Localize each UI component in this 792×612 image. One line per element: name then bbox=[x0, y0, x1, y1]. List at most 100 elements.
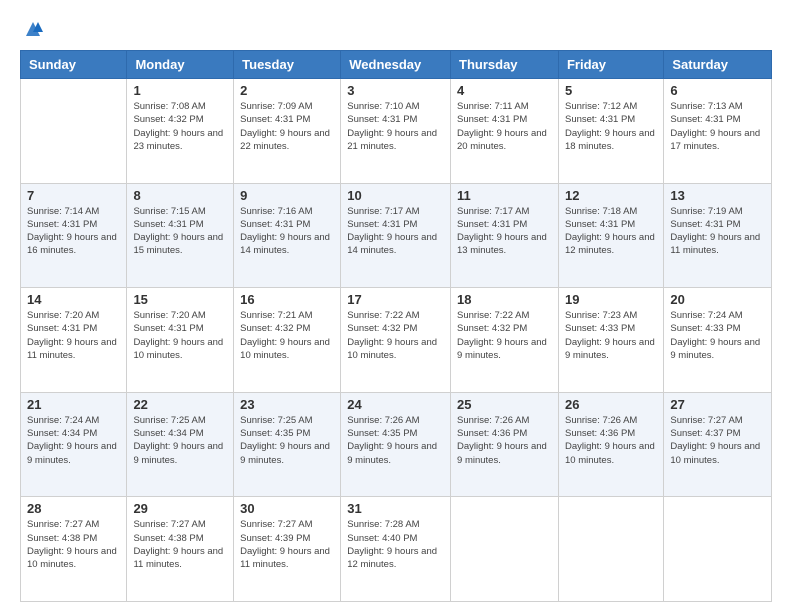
day-number: 8 bbox=[133, 188, 227, 203]
day-number: 14 bbox=[27, 292, 120, 307]
calendar-cell: 10 Sunrise: 7:17 AMSunset: 4:31 PMDayligh… bbox=[341, 183, 451, 288]
calendar-week-row: 7 Sunrise: 7:14 AMSunset: 4:31 PMDaylight… bbox=[21, 183, 772, 288]
day-number: 7 bbox=[27, 188, 120, 203]
calendar-cell: 3 Sunrise: 7:10 AMSunset: 4:31 PMDaylight… bbox=[341, 79, 451, 184]
day-info: Sunrise: 7:15 AMSunset: 4:31 PMDaylight:… bbox=[133, 205, 227, 258]
day-number: 19 bbox=[565, 292, 657, 307]
day-number: 17 bbox=[347, 292, 444, 307]
calendar-cell: 11 Sunrise: 7:17 AMSunset: 4:31 PMDayligh… bbox=[451, 183, 559, 288]
day-info: Sunrise: 7:10 AMSunset: 4:31 PMDaylight:… bbox=[347, 100, 444, 153]
day-info: Sunrise: 7:28 AMSunset: 4:40 PMDaylight:… bbox=[347, 518, 444, 571]
day-number: 24 bbox=[347, 397, 444, 412]
day-number: 27 bbox=[670, 397, 765, 412]
calendar-cell: 9Sunrise: 7:16 AMSunset: 4:31 PMDaylight… bbox=[234, 183, 341, 288]
page: SundayMondayTuesdayWednesdayThursdayFrid… bbox=[0, 0, 792, 612]
day-info: Sunrise: 7:27 AMSunset: 4:38 PMDaylight:… bbox=[27, 518, 120, 571]
day-number: 23 bbox=[240, 397, 334, 412]
calendar-cell: 22Sunrise: 7:25 AMSunset: 4:34 PMDayligh… bbox=[127, 392, 234, 497]
calendar-cell: 19 Sunrise: 7:23 AMSunset: 4:33 PMDayligh… bbox=[558, 288, 663, 393]
day-info: Sunrise: 7:08 AMSunset: 4:32 PMDaylight:… bbox=[133, 100, 227, 153]
calendar-cell: 29Sunrise: 7:27 AMSunset: 4:38 PMDayligh… bbox=[127, 497, 234, 602]
calendar-cell: 25 Sunrise: 7:26 AMSunset: 4:36 PMDayligh… bbox=[451, 392, 559, 497]
day-info: Sunrise: 7:21 AMSunset: 4:32 PMDaylight:… bbox=[240, 309, 334, 362]
day-info: Sunrise: 7:26 AMSunset: 4:36 PMDaylight:… bbox=[565, 414, 657, 467]
day-number: 11 bbox=[457, 188, 552, 203]
day-number: 30 bbox=[240, 501, 334, 516]
calendar-cell: 24Sunrise: 7:26 AMSunset: 4:35 PMDayligh… bbox=[341, 392, 451, 497]
calendar-cell: 15 Sunrise: 7:20 AMSunset: 4:31 PMDayligh… bbox=[127, 288, 234, 393]
calendar-cell bbox=[558, 497, 663, 602]
day-number: 22 bbox=[133, 397, 227, 412]
calendar-cell: 14 Sunrise: 7:20 AMSunset: 4:31 PMDayligh… bbox=[21, 288, 127, 393]
calendar-cell: 30 Sunrise: 7:27 AMSunset: 4:39 PMDayligh… bbox=[234, 497, 341, 602]
day-number: 9 bbox=[240, 188, 334, 203]
calendar-cell: 26 Sunrise: 7:26 AMSunset: 4:36 PMDayligh… bbox=[558, 392, 663, 497]
day-info: Sunrise: 7:18 AMSunset: 4:31 PMDaylight:… bbox=[565, 205, 657, 258]
calendar-header-row: SundayMondayTuesdayWednesdayThursdayFrid… bbox=[21, 51, 772, 79]
calendar-cell bbox=[451, 497, 559, 602]
day-info: Sunrise: 7:25 AMSunset: 4:35 PMDaylight:… bbox=[240, 414, 334, 467]
logo-icon bbox=[22, 18, 44, 40]
day-number: 5 bbox=[565, 83, 657, 98]
day-number: 12 bbox=[565, 188, 657, 203]
calendar-week-row: 28 Sunrise: 7:27 AMSunset: 4:38 PMDayligh… bbox=[21, 497, 772, 602]
calendar-cell: 31 Sunrise: 7:28 AMSunset: 4:40 PMDayligh… bbox=[341, 497, 451, 602]
day-info: Sunrise: 7:27 AMSunset: 4:38 PMDaylight:… bbox=[133, 518, 227, 571]
calendar-cell: 16 Sunrise: 7:21 AMSunset: 4:32 PMDayligh… bbox=[234, 288, 341, 393]
day-info: Sunrise: 7:09 AMSunset: 4:31 PMDaylight:… bbox=[240, 100, 334, 153]
day-number: 18 bbox=[457, 292, 552, 307]
calendar-week-row: 14 Sunrise: 7:20 AMSunset: 4:31 PMDayligh… bbox=[21, 288, 772, 393]
calendar-cell: 12 Sunrise: 7:18 AMSunset: 4:31 PMDayligh… bbox=[558, 183, 663, 288]
day-info: Sunrise: 7:19 AMSunset: 4:31 PMDaylight:… bbox=[670, 205, 765, 258]
day-info: Sunrise: 7:20 AMSunset: 4:31 PMDaylight:… bbox=[27, 309, 120, 362]
logo bbox=[20, 18, 44, 40]
day-number: 13 bbox=[670, 188, 765, 203]
calendar-cell: 20 Sunrise: 7:24 AMSunset: 4:33 PMDayligh… bbox=[664, 288, 772, 393]
calendar-cell: 1Sunrise: 7:08 AMSunset: 4:32 PMDaylight… bbox=[127, 79, 234, 184]
day-info: Sunrise: 7:23 AMSunset: 4:33 PMDaylight:… bbox=[565, 309, 657, 362]
calendar-cell: 28 Sunrise: 7:27 AMSunset: 4:38 PMDayligh… bbox=[21, 497, 127, 602]
calendar-cell: 6Sunrise: 7:13 AMSunset: 4:31 PMDaylight… bbox=[664, 79, 772, 184]
day-number: 16 bbox=[240, 292, 334, 307]
day-number: 4 bbox=[457, 83, 552, 98]
calendar-cell bbox=[664, 497, 772, 602]
calendar: SundayMondayTuesdayWednesdayThursdayFrid… bbox=[20, 50, 772, 602]
day-number: 3 bbox=[347, 83, 444, 98]
day-number: 10 bbox=[347, 188, 444, 203]
day-number: 15 bbox=[133, 292, 227, 307]
calendar-cell: 2 Sunrise: 7:09 AMSunset: 4:31 PMDaylight… bbox=[234, 79, 341, 184]
calendar-cell: 27 Sunrise: 7:27 AMSunset: 4:37 PMDayligh… bbox=[664, 392, 772, 497]
day-number: 20 bbox=[670, 292, 765, 307]
weekday-header-monday: Monday bbox=[127, 51, 234, 79]
day-number: 28 bbox=[27, 501, 120, 516]
day-info: Sunrise: 7:17 AMSunset: 4:31 PMDaylight:… bbox=[457, 205, 552, 258]
calendar-cell: 8 Sunrise: 7:15 AMSunset: 4:31 PMDaylight… bbox=[127, 183, 234, 288]
calendar-week-row: 1Sunrise: 7:08 AMSunset: 4:32 PMDaylight… bbox=[21, 79, 772, 184]
calendar-cell: 5 Sunrise: 7:12 AMSunset: 4:31 PMDaylight… bbox=[558, 79, 663, 184]
day-number: 2 bbox=[240, 83, 334, 98]
weekday-header-wednesday: Wednesday bbox=[341, 51, 451, 79]
weekday-header-sunday: Sunday bbox=[21, 51, 127, 79]
calendar-cell: 4Sunrise: 7:11 AMSunset: 4:31 PMDaylight… bbox=[451, 79, 559, 184]
calendar-cell: 18 Sunrise: 7:22 AMSunset: 4:32 PMDayligh… bbox=[451, 288, 559, 393]
day-info: Sunrise: 7:27 AMSunset: 4:37 PMDaylight:… bbox=[670, 414, 765, 467]
day-info: Sunrise: 7:12 AMSunset: 4:31 PMDaylight:… bbox=[565, 100, 657, 153]
weekday-header-tuesday: Tuesday bbox=[234, 51, 341, 79]
calendar-cell: 17Sunrise: 7:22 AMSunset: 4:32 PMDayligh… bbox=[341, 288, 451, 393]
day-info: Sunrise: 7:24 AMSunset: 4:33 PMDaylight:… bbox=[670, 309, 765, 362]
day-number: 26 bbox=[565, 397, 657, 412]
calendar-week-row: 21Sunrise: 7:24 AMSunset: 4:34 PMDayligh… bbox=[21, 392, 772, 497]
calendar-cell: 23 Sunrise: 7:25 AMSunset: 4:35 PMDayligh… bbox=[234, 392, 341, 497]
day-number: 31 bbox=[347, 501, 444, 516]
day-info: Sunrise: 7:22 AMSunset: 4:32 PMDaylight:… bbox=[457, 309, 552, 362]
day-info: Sunrise: 7:20 AMSunset: 4:31 PMDaylight:… bbox=[133, 309, 227, 362]
header bbox=[20, 18, 772, 40]
day-number: 6 bbox=[670, 83, 765, 98]
day-info: Sunrise: 7:17 AMSunset: 4:31 PMDaylight:… bbox=[347, 205, 444, 258]
day-info: Sunrise: 7:26 AMSunset: 4:36 PMDaylight:… bbox=[457, 414, 552, 467]
day-number: 25 bbox=[457, 397, 552, 412]
day-info: Sunrise: 7:14 AMSunset: 4:31 PMDaylight:… bbox=[27, 205, 120, 258]
weekday-header-saturday: Saturday bbox=[664, 51, 772, 79]
day-info: Sunrise: 7:27 AMSunset: 4:39 PMDaylight:… bbox=[240, 518, 334, 571]
calendar-cell: 13 Sunrise: 7:19 AMSunset: 4:31 PMDayligh… bbox=[664, 183, 772, 288]
